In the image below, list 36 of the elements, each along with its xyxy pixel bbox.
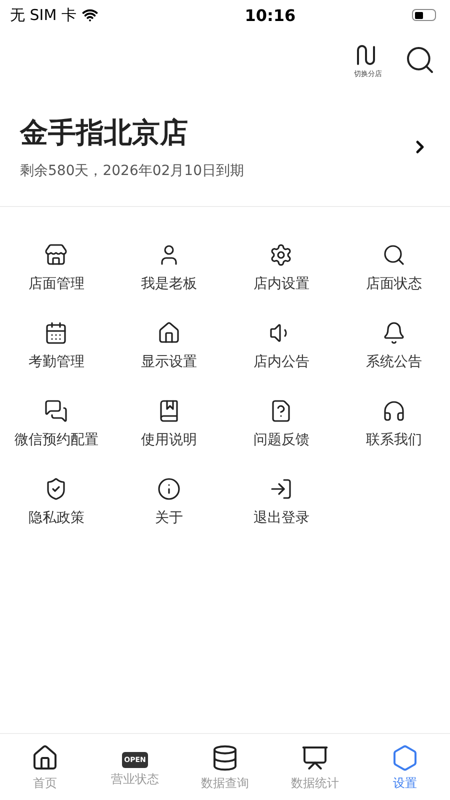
carrier-text: 无 SIM 卡	[10, 6, 76, 24]
house-icon	[156, 321, 181, 345]
house-icon	[31, 744, 59, 772]
hexagon-icon	[391, 744, 419, 772]
menu-item[interactable]: 店内设置	[253, 243, 310, 293]
battery-icon	[412, 9, 436, 21]
gear-icon	[269, 243, 294, 267]
bell-icon	[382, 321, 406, 345]
headset-icon	[382, 399, 406, 423]
menu-item[interactable]: 考勤管理	[28, 321, 84, 371]
menu-item[interactable]: 微信预约配置	[14, 399, 98, 449]
calendar-icon	[44, 321, 68, 345]
store-icon	[44, 243, 68, 267]
menu-item[interactable]: 联系我们	[366, 399, 422, 449]
search-button[interactable]	[404, 44, 436, 76]
menu-item[interactable]: 退出登录	[253, 477, 310, 527]
store-name: 金手指北京店	[20, 115, 189, 151]
menu-item[interactable]: 隐私政策	[28, 477, 84, 527]
info-icon	[156, 477, 181, 501]
menu-item[interactable]: 关于	[154, 477, 183, 527]
menu-item[interactable]: 店内公告	[253, 321, 310, 371]
menu-item[interactable]: 系统公告	[366, 321, 422, 371]
menu-item[interactable]: 店面管理	[28, 243, 84, 293]
menu-item[interactable]: 店面状态	[366, 243, 422, 293]
exit-icon	[269, 477, 294, 501]
menu-item[interactable]: 显示设置	[140, 321, 197, 371]
tab[interactable]: 设置	[360, 734, 450, 800]
menu-item[interactable]: 问题反馈	[253, 399, 310, 449]
wifi-icon	[82, 7, 98, 23]
chat-bubbles-icon	[44, 399, 68, 423]
clock-time: 10:16	[244, 6, 296, 24]
menu-item[interactable]: 我是老板	[140, 243, 197, 293]
database-icon	[211, 744, 239, 772]
expiry-text: 剩余580天，2026年02月10日到期	[20, 162, 244, 180]
search-icon	[382, 243, 406, 267]
menu-item[interactable]: 使用说明	[140, 399, 197, 449]
